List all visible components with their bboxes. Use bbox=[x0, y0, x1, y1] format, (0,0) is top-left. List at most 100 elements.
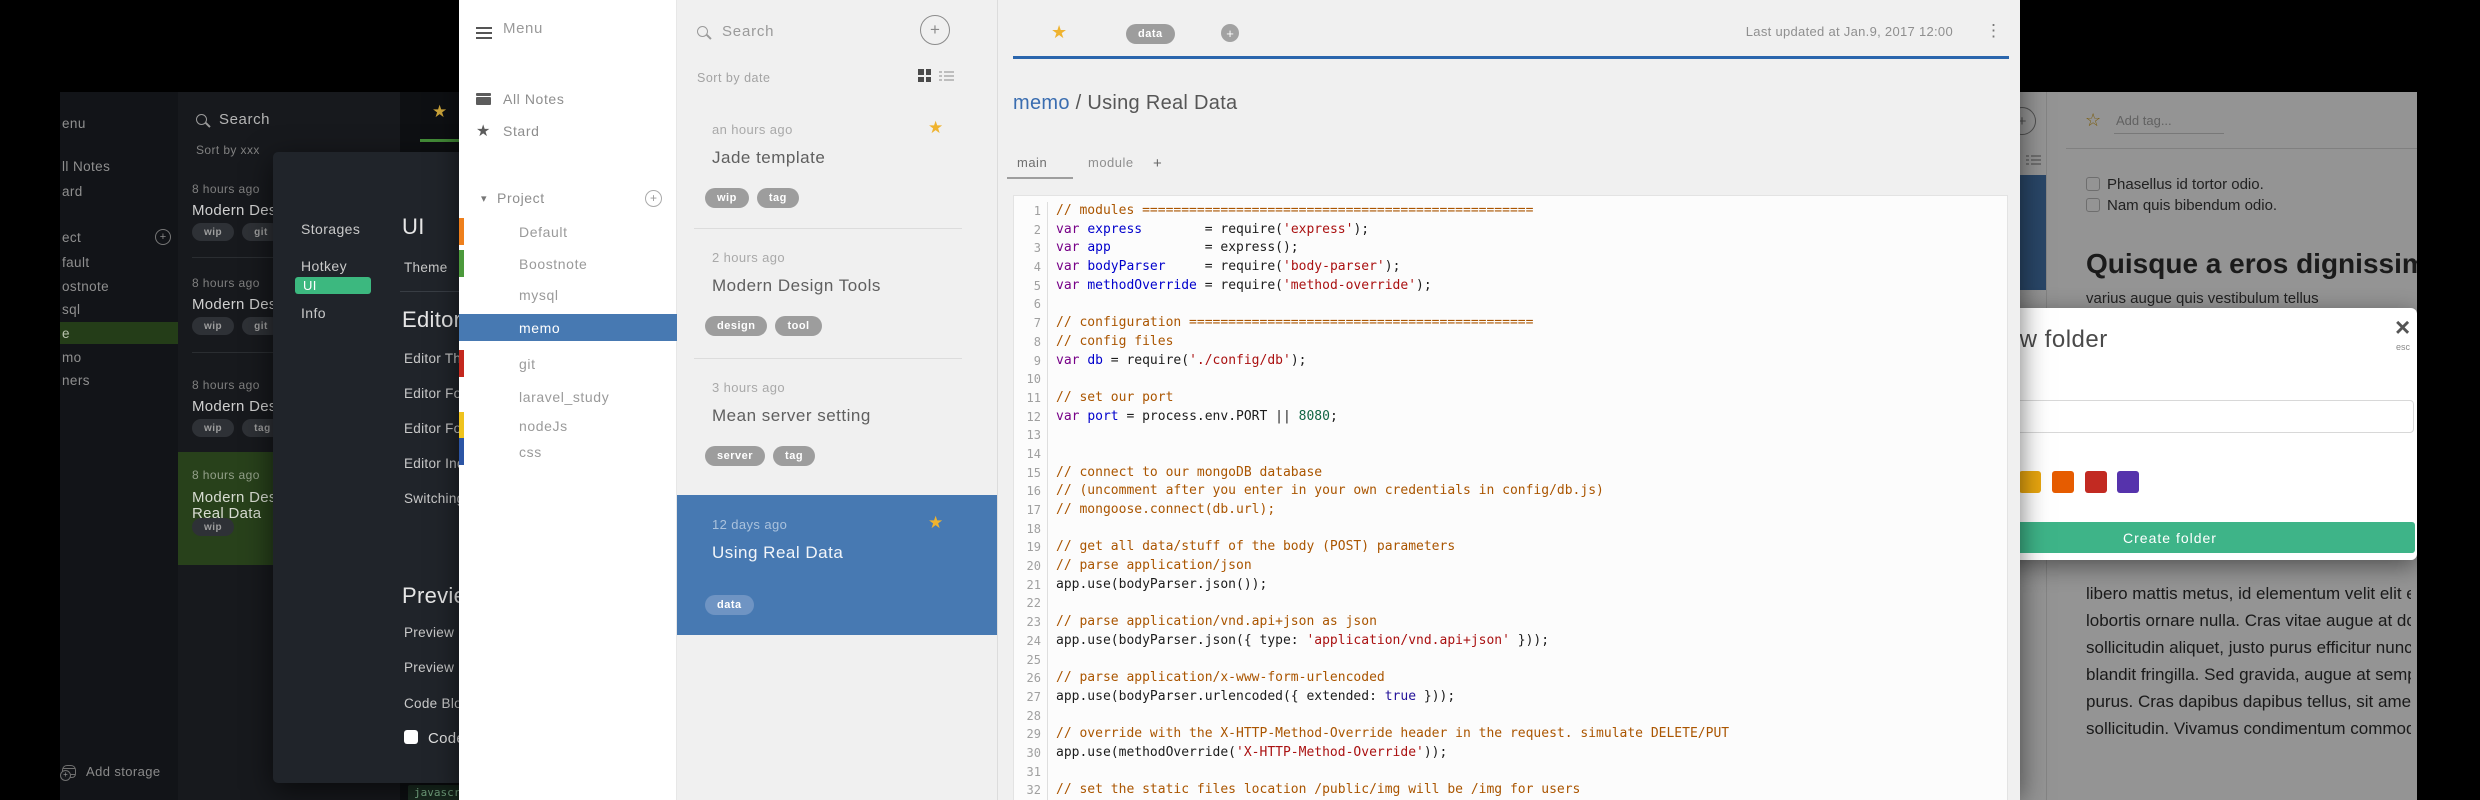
add-folder-button[interactable]: + bbox=[645, 189, 662, 207]
add-tag-button[interactable]: + bbox=[1221, 24, 1239, 42]
code-text: var port = process.env.PORT || 8080; bbox=[1048, 408, 1338, 427]
folder-color-swatch[interactable] bbox=[2019, 471, 2041, 493]
star-icon[interactable]: ★ bbox=[1051, 22, 1067, 43]
menu-button[interactable]: Menu bbox=[459, 14, 677, 42]
note-list-item[interactable]: 12 days ago ★ Using Real Data data bbox=[677, 495, 997, 635]
breadcrumb-folder[interactable]: memo bbox=[1013, 92, 1070, 114]
folder-color-swatch[interactable] bbox=[2117, 471, 2139, 493]
tag-pill[interactable]: wip bbox=[192, 419, 235, 437]
folder-color-swatch[interactable] bbox=[2085, 471, 2107, 493]
code-line: 15 // connect to our mongoDB database bbox=[1014, 463, 2007, 483]
tag-pill[interactable]: tool bbox=[775, 316, 822, 336]
dark-sidebar-item[interactable]: sql bbox=[62, 298, 80, 320]
note-list-item[interactable]: an hours ago ★ Jade template wip tag bbox=[677, 100, 997, 228]
sidebar-item-all-notes[interactable]: All Notes bbox=[459, 85, 677, 113]
code-token: var bbox=[1056, 259, 1088, 275]
more-options-icon[interactable]: ⋮ bbox=[1985, 21, 2002, 41]
folder-label: nodeJs bbox=[519, 417, 568, 434]
settings-nav-hotkey[interactable]: Hotkey bbox=[301, 258, 347, 274]
dark-sidebar-item[interactable]: ners bbox=[62, 369, 90, 391]
code-text: // set the static files location /public… bbox=[1048, 781, 1580, 800]
code-text: var app = express(); bbox=[1048, 239, 1299, 258]
dark-sidebar-item[interactable]: e bbox=[60, 322, 178, 344]
tag-pill[interactable]: wip bbox=[192, 518, 235, 536]
sidebar-folder-mysql[interactable]: mysql bbox=[459, 281, 677, 308]
tag-pill[interactable]: wip bbox=[192, 317, 235, 335]
new-note-button[interactable]: + bbox=[920, 15, 950, 45]
all-notes-icon bbox=[476, 93, 491, 105]
line-number: 26 bbox=[1014, 669, 1048, 688]
code-line: 11 // set our port bbox=[1014, 388, 2007, 408]
dark-sort-label[interactable]: Sort by xxx bbox=[196, 143, 260, 157]
code-token: ); bbox=[1290, 352, 1307, 368]
note-time: 8 hours ago bbox=[192, 276, 260, 290]
star-icon[interactable]: ★ bbox=[928, 118, 943, 138]
sidebar-folder-laravel_study[interactable]: laravel_study bbox=[459, 383, 677, 410]
list-view-icon[interactable] bbox=[939, 70, 954, 82]
add-storage-label: Add storage bbox=[86, 764, 161, 779]
code-token: = express(); bbox=[1110, 240, 1299, 256]
tag-pill[interactable]: wip bbox=[705, 188, 749, 208]
dark-sidebar-item[interactable]: enu bbox=[62, 112, 86, 134]
dark-sidebar-item[interactable]: ect bbox=[62, 226, 81, 248]
star-icon[interactable]: ★ bbox=[928, 513, 943, 533]
add-storage-button[interactable]: Add storage bbox=[60, 764, 161, 781]
checkbox[interactable] bbox=[404, 730, 418, 744]
code-token: ); bbox=[1416, 277, 1432, 293]
line-number: 31 bbox=[1014, 762, 1048, 782]
tag-pill[interactable]: server bbox=[705, 446, 766, 466]
sidebar-folder-nodejs[interactable]: nodeJs bbox=[459, 412, 677, 439]
tag-pill[interactable]: wip bbox=[192, 223, 235, 241]
code-text: app.use(bodyParser.urlencoded({ extended… bbox=[1048, 688, 1455, 707]
sidebar-folder-boostnote[interactable]: Boostnote bbox=[459, 250, 677, 277]
code-token: var bbox=[1056, 352, 1088, 368]
last-updated-label: Last updated at Jan.9, 2017 12:00 bbox=[1745, 24, 1953, 39]
sidebar-folder-memo[interactable]: memo bbox=[459, 314, 677, 341]
dark-sidebar-item[interactable]: mo bbox=[62, 346, 82, 368]
settings-nav-ui[interactable]: UI bbox=[295, 277, 371, 294]
code-token: // parse application/vnd.api+json as jso… bbox=[1056, 614, 1377, 630]
add-folder-button[interactable]: + bbox=[155, 229, 171, 245]
search-input[interactable]: Search bbox=[697, 23, 774, 40]
active-tab-underline bbox=[1007, 177, 1073, 179]
dark-search-input[interactable]: Search bbox=[196, 111, 270, 128]
code-editor[interactable]: 1 // modules ============================… bbox=[1013, 195, 2008, 800]
tag-pill[interactable]: design bbox=[705, 316, 768, 336]
settings-nav-info[interactable]: Info bbox=[301, 305, 326, 321]
code-token: app.use(methodOverride( bbox=[1056, 744, 1237, 760]
sidebar-item-starred[interactable]: ★ Stard bbox=[459, 117, 677, 145]
dark-sidebar-item[interactable]: ostnote bbox=[62, 275, 109, 297]
dark-sidebar-item[interactable]: fault bbox=[62, 251, 90, 273]
note-tag-pill[interactable]: data bbox=[1126, 24, 1175, 44]
sidebar-folder-git[interactable]: git bbox=[459, 350, 677, 377]
grid-view-icon[interactable] bbox=[918, 69, 931, 82]
code-text: var methodOverride = require('method-ove… bbox=[1048, 277, 1432, 296]
tab-module[interactable]: module bbox=[1088, 155, 1134, 170]
project-section-header[interactable]: ▾ Project + bbox=[459, 184, 677, 212]
star-icon[interactable]: ★ bbox=[432, 102, 447, 122]
note-list-item[interactable]: 3 hours ago Mean server setting server tag bbox=[677, 358, 997, 495]
dark-sidebar-item[interactable]: ard bbox=[62, 180, 83, 202]
settings-nav-storages[interactable]: Storages bbox=[301, 221, 360, 237]
code-text: var db = require('./config/db'); bbox=[1048, 352, 1306, 371]
tag-pill[interactable]: data bbox=[705, 595, 754, 615]
close-icon[interactable]: × bbox=[2395, 314, 2410, 340]
code-token: var bbox=[1056, 277, 1088, 293]
sidebar-folder-default[interactable]: Default bbox=[459, 218, 677, 245]
code-line: 12 var port = process.env.PORT || 8080; bbox=[1014, 407, 2007, 427]
dark-sidebar-item[interactable]: ll Notes bbox=[62, 155, 110, 177]
note-title: Using Real Data bbox=[712, 543, 844, 562]
folder-color-swatch[interactable] bbox=[2052, 471, 2074, 493]
sidebar-folder-css[interactable]: css bbox=[459, 438, 677, 465]
note-list-item[interactable]: 2 hours ago Modern Design Tools design tool bbox=[677, 228, 997, 358]
code-line: 10 bbox=[1014, 370, 2007, 389]
sort-dropdown[interactable]: Sort by date bbox=[697, 71, 770, 85]
code-token: var bbox=[1056, 221, 1088, 237]
note-time: 12 days ago bbox=[712, 517, 788, 532]
menu-label: Menu bbox=[503, 19, 543, 37]
new-tab-button[interactable]: + bbox=[1153, 155, 1162, 172]
tag-pill[interactable]: tag bbox=[773, 446, 816, 466]
tab-main[interactable]: main bbox=[1017, 155, 1047, 170]
tag-pill[interactable]: tag bbox=[756, 188, 799, 208]
